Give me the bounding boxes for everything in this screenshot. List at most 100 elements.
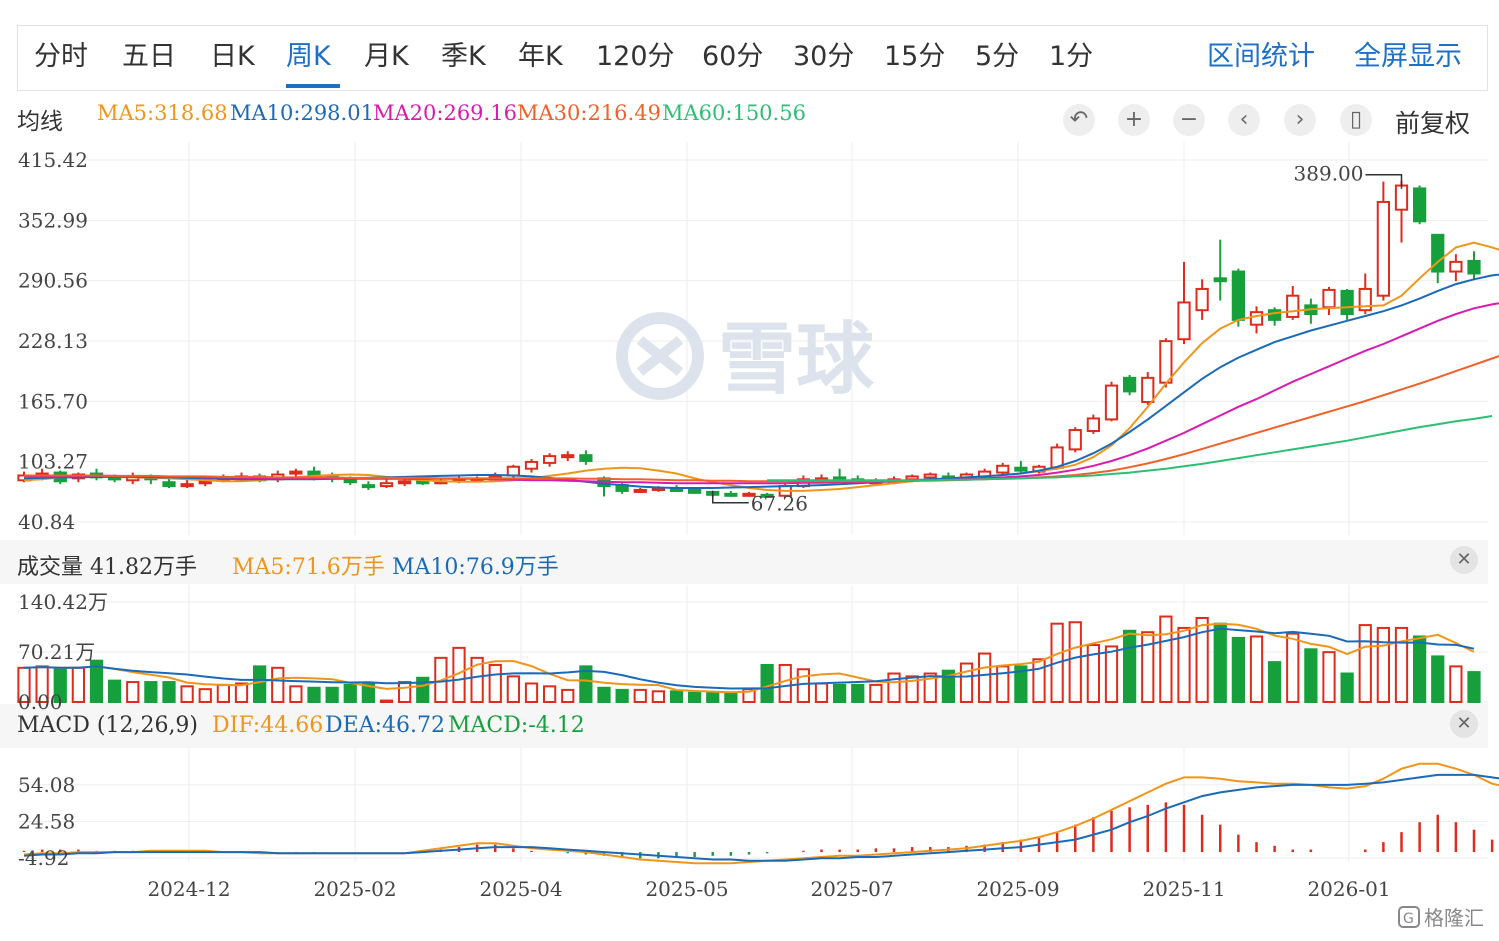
candle-body: [1032, 465, 1046, 473]
candle-body: [89, 472, 104, 479]
volume-bar: [506, 675, 520, 703]
tab-12[interactable]: 1分: [1049, 40, 1093, 74]
price-y-tick: 415.42: [18, 148, 88, 172]
volume-ma10-line: [23, 627, 1475, 690]
candle-body: [1231, 270, 1245, 321]
candle-body: [1141, 376, 1155, 404]
close-macd-panel-icon[interactable]: ✕: [1450, 710, 1478, 738]
ma-line-ma30: [24, 355, 1499, 483]
pan-left-icon[interactable]: ‹: [1228, 104, 1260, 136]
macd-dea-label: DEA:46.72: [325, 713, 445, 738]
tab-5[interactable]: 季K: [441, 40, 486, 74]
volume-bar: [108, 679, 122, 703]
volume-bar: [1086, 644, 1100, 704]
close-volume-panel-icon[interactable]: ✕: [1450, 546, 1478, 574]
volume-y-tick: 70.21万: [18, 640, 95, 664]
pan-right-icon[interactable]: ›: [1284, 104, 1316, 136]
volume-bar: [307, 686, 321, 704]
volume-bar: [253, 665, 267, 703]
tab-6[interactable]: 年K: [518, 40, 563, 74]
candle-body: [398, 480, 412, 485]
candle-body: [35, 472, 49, 477]
volume-bar: [561, 688, 575, 703]
ma-legend-item-3: MA30:216.49: [517, 101, 661, 125]
volume-bar: [1231, 636, 1245, 703]
volume-bar: [923, 672, 937, 704]
candle-body: [1213, 277, 1227, 283]
volume-bar: [633, 688, 647, 703]
volume-bar: [1467, 671, 1481, 703]
candle-body: [1467, 259, 1481, 275]
volume-legend-title: 成交量 41.82万手: [17, 555, 197, 580]
tab-1[interactable]: 五日: [122, 40, 176, 74]
macd-value-label: MACD:-4.12: [448, 713, 585, 738]
candle-body: [1086, 417, 1100, 433]
volume-bar: [1286, 632, 1300, 703]
volume-bar: [597, 686, 611, 704]
candle-style-icon[interactable]: ▯: [1340, 104, 1372, 136]
volume-bar: [724, 691, 738, 704]
candle-body: [307, 470, 321, 478]
undo-icon[interactable]: ↶: [1063, 104, 1095, 136]
volume-bar: [1032, 658, 1046, 704]
volume-bar: [1304, 648, 1318, 704]
tab-2[interactable]: 日K: [210, 40, 255, 74]
volume-bar: [1014, 665, 1028, 703]
ma-legend-item-1: MA10:298.01: [230, 101, 374, 125]
candle-body: [869, 480, 883, 485]
candle-body: [1123, 376, 1137, 393]
tab-11[interactable]: 5分: [975, 40, 1019, 74]
volume-bar: [996, 665, 1010, 703]
candle-body: [343, 477, 357, 484]
x-tick-label: 2025-02: [313, 877, 396, 901]
volume-bar: [1340, 672, 1354, 704]
x-tick-label: 2025-04: [479, 877, 562, 901]
volume-bar: [1177, 626, 1191, 703]
zoom-out-icon[interactable]: −: [1173, 104, 1205, 136]
range-stats-link[interactable]: 区间统计: [1207, 40, 1315, 74]
macd-y-tick: 24.58: [18, 809, 75, 833]
stock-chart[interactable]: 雪球 389.00 67.26 2024-12 2025-02 2025-04 2025…: [0, 0, 1499, 941]
volume-y-tick: 140.42万: [18, 590, 108, 614]
candle-body: [1431, 233, 1445, 273]
candle-body: [615, 484, 629, 492]
watermark-text: 雪球: [718, 315, 875, 405]
volume-bar: [524, 682, 539, 704]
candle-body: [1050, 446, 1064, 469]
volume-bar: [144, 681, 158, 703]
volume-bar: [688, 691, 702, 704]
volume-ma5-line: [23, 622, 1475, 694]
corner-logo-text: 格隆汇: [1424, 906, 1484, 930]
tab-3[interactable]: 周K: [286, 40, 331, 74]
candle-body: [361, 484, 375, 489]
tab-10[interactable]: 15分: [884, 40, 945, 74]
candle-body: [289, 470, 303, 475]
candle-body: [1159, 340, 1173, 384]
volume-bar: [434, 656, 448, 703]
candle-body: [760, 493, 774, 498]
candle-body: [851, 478, 865, 483]
volume-bar: [778, 663, 792, 704]
tab-0[interactable]: 分时: [34, 40, 88, 74]
volume-ma10-label: MA10:76.9万手: [392, 555, 559, 580]
adjust-mode-button[interactable]: 前复权: [1395, 104, 1470, 140]
candle-body: [1268, 309, 1282, 321]
tab-8[interactable]: 60分: [702, 40, 763, 74]
volume-bar: [416, 676, 430, 704]
volume-bar: [180, 685, 194, 703]
candle-body: [814, 477, 829, 482]
x-tick-label: 2025-11: [1142, 877, 1225, 901]
zoom-in-icon[interactable]: +: [1118, 104, 1150, 136]
tab-4[interactable]: 月K: [364, 40, 409, 74]
candle-body: [1286, 294, 1300, 318]
fullscreen-link[interactable]: 全屏显示: [1354, 40, 1462, 74]
tab-7[interactable]: 120分: [596, 40, 675, 74]
candle-body: [180, 483, 194, 488]
volume-bar: [1195, 616, 1209, 703]
tab-9[interactable]: 30分: [793, 40, 854, 74]
candle-body: [796, 478, 810, 488]
min-annotation: 67.26: [751, 492, 808, 516]
volume-bar: [1068, 621, 1082, 703]
volume-bar: [869, 683, 883, 704]
volume-bar: [35, 665, 49, 703]
